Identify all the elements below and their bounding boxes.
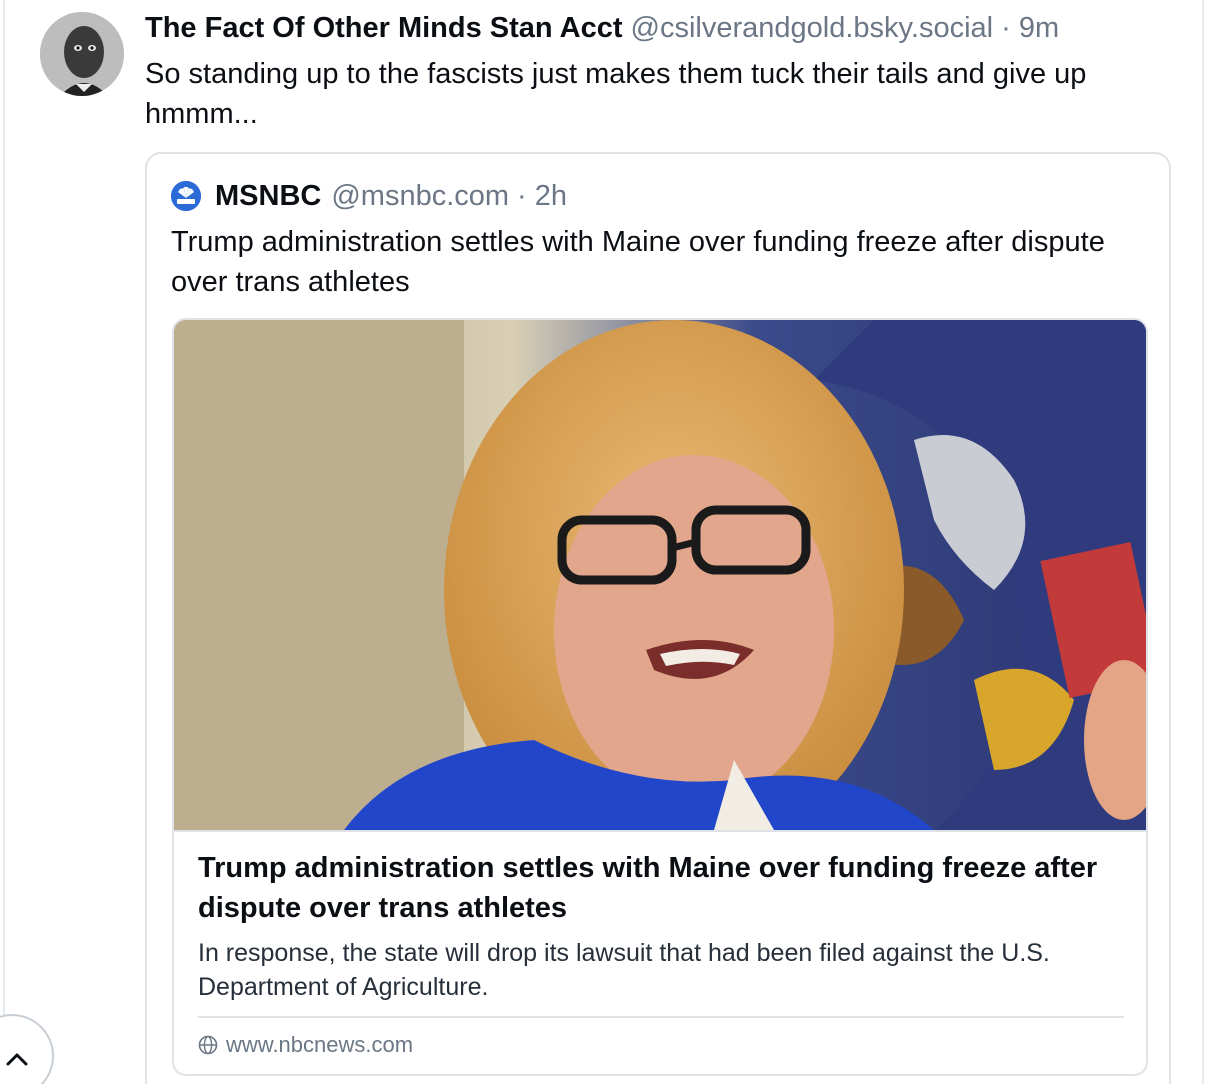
author-avatar[interactable] xyxy=(40,12,124,96)
quoted-author-handle[interactable]: @msnbc.com xyxy=(331,178,509,214)
link-preview-domain-row[interactable]: www.nbcnews.com xyxy=(198,1028,413,1062)
quoted-post[interactable]: MSNBC @msnbc.com · 2h Trump administrati… xyxy=(145,152,1171,1084)
quoted-post-timestamp[interactable]: 2h xyxy=(535,178,567,214)
msnbc-peacock-icon xyxy=(171,181,201,211)
link-preview-description: In response, the state will drop its law… xyxy=(198,939,1050,1001)
feed-page: The Fact Of Other Minds Stan Acct @csilv… xyxy=(0,0,1206,1084)
feed-right-border xyxy=(1202,0,1204,1084)
post-header: The Fact Of Other Minds Stan Acct @csilv… xyxy=(145,10,1185,46)
avatar-image xyxy=(40,12,124,96)
separator-dot: · xyxy=(517,180,527,212)
quoted-author-name[interactable]: MSNBC xyxy=(215,178,321,214)
author-name[interactable]: The Fact Of Other Minds Stan Acct xyxy=(145,12,622,44)
link-preview-divider xyxy=(198,1016,1124,1018)
chevron-up-icon xyxy=(6,1053,28,1066)
feed-left-border xyxy=(3,0,5,1084)
quoted-post-text: Trump administration settles with Maine … xyxy=(171,226,1105,298)
link-preview-domain: www.nbcnews.com xyxy=(226,1032,414,1057)
post-text: So standing up to the fascists just make… xyxy=(145,58,1087,130)
link-preview-image xyxy=(174,320,1146,832)
link-preview-title[interactable]: Trump administration settles with Maine … xyxy=(198,848,1118,928)
globe-icon xyxy=(198,1035,218,1055)
author-handle[interactable]: @csilverandgold.bsky.social xyxy=(631,12,994,44)
link-preview-card[interactable]: Trump administration settles with Maine … xyxy=(172,318,1148,1076)
post-timestamp[interactable]: 9m xyxy=(1019,12,1059,44)
quoted-post-header: MSNBC @msnbc.com · 2h xyxy=(171,178,567,214)
separator-dot: · xyxy=(1001,12,1011,44)
scroll-to-top-button[interactable] xyxy=(0,1014,54,1084)
